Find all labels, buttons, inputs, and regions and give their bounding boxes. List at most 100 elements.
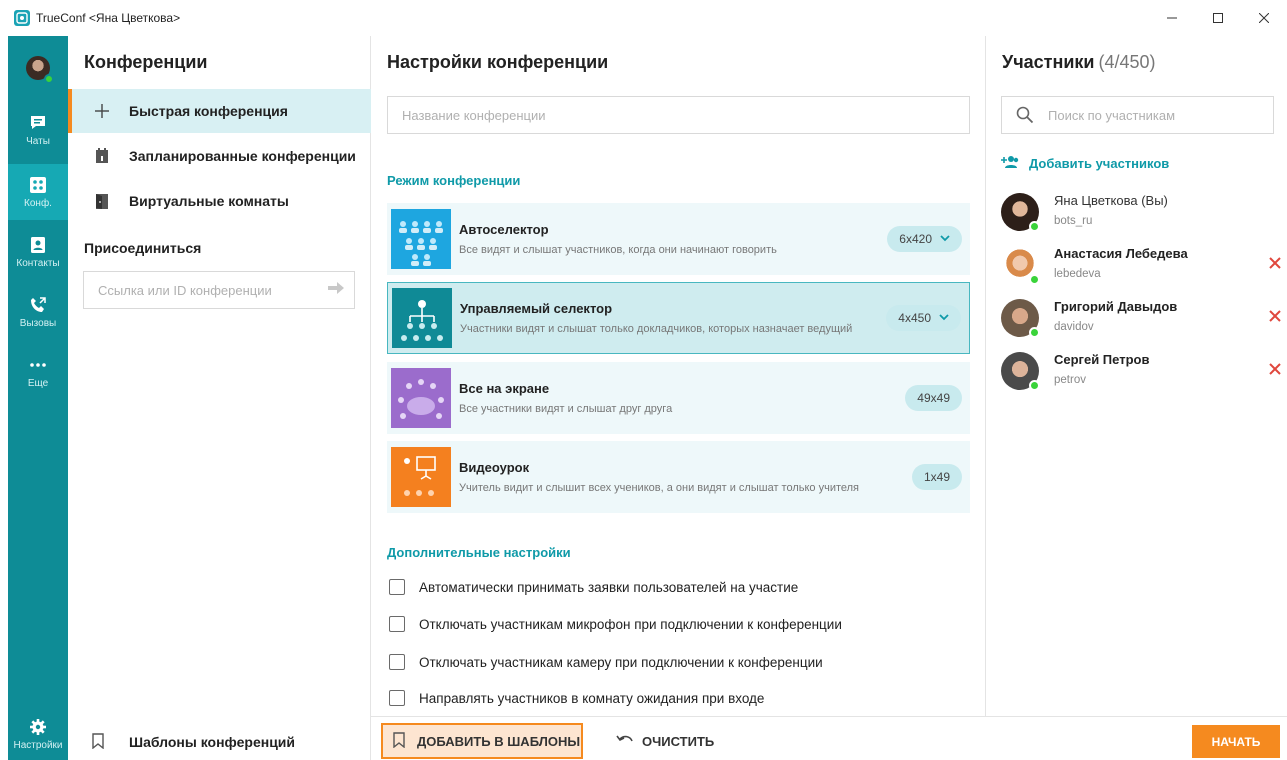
mode-description: Все видят и слышат участников, когда они…	[459, 243, 777, 256]
rail-item-chats[interactable]: Чаты	[8, 102, 68, 158]
mode-description: Все участники видят и слышат друг друга	[459, 402, 673, 415]
autoselector-thumbnail-icon	[391, 209, 451, 269]
option-disable-camera[interactable]: Отключать участникам камеру при подключе…	[389, 654, 823, 670]
menu-item-virtual-rooms[interactable]: Виртуальные комнаты	[68, 179, 371, 223]
window-title: TrueConf <Яна Цветкова>	[36, 11, 181, 25]
mode-description: Учитель видит и слышит всех учеников, а …	[459, 481, 860, 494]
contacts-icon	[28, 236, 48, 254]
option-label: Отключать участникам камеру при подключе…	[419, 654, 823, 670]
user-avatar[interactable]	[26, 56, 54, 84]
mode-title: Автоселектор	[459, 221, 549, 237]
participants-title-label: Участники	[1002, 52, 1095, 72]
rail-item-calls[interactable]: Вызовы	[8, 284, 68, 340]
mode-size-value: 49x49	[917, 391, 950, 405]
mode-title: Управляемый селектор	[460, 300, 613, 316]
mode-card-video-lesson[interactable]: Видеоурок Учитель видит и слышит всех уч…	[387, 441, 970, 513]
moderated-selector-thumbnail-icon	[392, 288, 452, 348]
rail-item-conferences[interactable]: Конф.	[8, 164, 68, 220]
participant-name: Григорий Давыдов	[1054, 299, 1178, 314]
option-label: Отключать участникам микрофон при подклю…	[419, 616, 842, 632]
join-label: Присоединиться	[84, 240, 202, 256]
remove-participant-icon[interactable]	[1269, 309, 1281, 327]
title-bar: TrueConf <Яна Цветкова>	[0, 0, 1287, 36]
add-to-templates-button[interactable]: ДОБАВИТЬ В ШАБЛОНЫ	[381, 723, 583, 759]
trueconf-logo-icon	[14, 10, 30, 26]
option-waiting-room[interactable]: Направлять участников в комнату ожидания…	[389, 690, 764, 706]
conference-templates-item[interactable]: Шаблоны конференций	[68, 724, 371, 760]
rail-item-label: Контакты	[16, 257, 60, 269]
plus-icon	[92, 104, 112, 118]
arrow-right-icon[interactable]	[328, 281, 344, 299]
participant-row[interactable]: Григорий Давыдов davidov	[1001, 297, 1281, 341]
participant-row[interactable]: Анастасия Лебедева lebedeva	[1001, 244, 1281, 288]
participant-login: petrov	[1054, 374, 1086, 386]
conferences-title: Конференции	[84, 52, 208, 72]
video-lesson-thumbnail-icon	[391, 447, 451, 507]
rail-item-label: Конф.	[24, 197, 52, 209]
checkbox[interactable]	[389, 579, 405, 595]
checkbox[interactable]	[389, 616, 405, 632]
online-status-icon	[1029, 274, 1040, 285]
mode-card-autoselector[interactable]: Автоселектор Все видят и слышат участник…	[387, 203, 970, 275]
menu-item-scheduled-conferences[interactable]: Запланированные конференции	[68, 134, 371, 178]
add-participants-button[interactable]: Добавить участников	[1001, 155, 1169, 172]
participant-name: Анастасия Лебедева	[1054, 246, 1188, 261]
close-window-button[interactable]	[1241, 0, 1287, 36]
search-icon	[1016, 106, 1034, 124]
option-auto-accept[interactable]: Автоматически принимать заявки пользоват…	[389, 579, 798, 595]
bookmark-icon	[393, 731, 405, 751]
option-label: Автоматически принимать заявки пользоват…	[419, 579, 799, 595]
remove-participant-icon[interactable]	[1269, 256, 1281, 274]
minimize-button[interactable]	[1149, 0, 1195, 36]
gear-icon	[28, 718, 48, 736]
mode-size-badge: 49x49	[905, 385, 962, 411]
checkbox[interactable]	[389, 654, 405, 670]
menu-item-quick-conference[interactable]: Быстрая конференция	[68, 89, 371, 133]
chevron-down-icon	[939, 312, 949, 324]
extra-section-title: Дополнительные настройки	[387, 545, 571, 560]
conferences-panel: Конференции Быстрая конференция Запланир…	[68, 36, 371, 760]
mode-size-badge: 1x49	[911, 464, 962, 490]
mode-size-value: 1x49	[923, 470, 950, 484]
option-mute-mic[interactable]: Отключать участникам микрофон при подклю…	[389, 616, 842, 632]
conference-id-input[interactable]	[98, 282, 318, 298]
menu-item-label: Запланированные конференции	[129, 148, 356, 164]
mode-size-dropdown[interactable]: 6x420	[887, 226, 962, 252]
mode-card-moderated-selector[interactable]: Управляемый селектор Участники видят и с…	[387, 282, 970, 354]
add-to-templates-label: ДОБАВИТЬ В ШАБЛОНЫ	[417, 733, 581, 749]
participant-row[interactable]: Сергей Петров petrov	[1001, 350, 1281, 394]
conference-name-input[interactable]	[388, 97, 969, 133]
maximize-button[interactable]	[1195, 0, 1241, 36]
rail-item-settings[interactable]: Настройки	[8, 706, 68, 760]
clear-button[interactable]: ОЧИСТИТЬ	[616, 723, 714, 759]
participant-name: Яна Цветкова (Вы)	[1054, 193, 1168, 208]
menu-item-label: Виртуальные комнаты	[129, 193, 289, 209]
mode-title: Видеоурок	[459, 459, 530, 475]
option-label: Направлять участников в комнату ожидания…	[419, 690, 765, 706]
all-on-screen-thumbnail-icon	[391, 368, 451, 428]
remove-participant-icon[interactable]	[1269, 362, 1281, 380]
start-button[interactable]: НАЧАТЬ	[1192, 725, 1280, 758]
mode-size-dropdown[interactable]: 4x450	[886, 305, 961, 331]
mode-card-all-on-screen[interactable]: Все на экране Все участники видят и слыш…	[387, 362, 970, 434]
add-user-icon	[1001, 155, 1019, 172]
bookmark-icon	[92, 732, 108, 752]
participant-name: Сергей Петров	[1054, 352, 1150, 367]
participant-row[interactable]: Яна Цветкова (Вы) bots_ru	[1001, 191, 1281, 235]
online-status-icon	[1029, 380, 1040, 391]
door-icon	[92, 193, 112, 209]
rail-item-label: Настройки	[13, 739, 63, 751]
participant-login: davidov	[1054, 321, 1094, 333]
conference-name-field	[387, 96, 970, 134]
participant-search-input[interactable]	[1048, 107, 1248, 123]
participant-search-field	[1001, 96, 1274, 134]
checkbox[interactable]	[389, 690, 405, 706]
rail-item-contacts[interactable]: Контакты	[8, 224, 68, 280]
mode-section-title: Режим конференции	[387, 173, 521, 188]
rail-item-more[interactable]: Еще	[8, 344, 68, 400]
online-status-icon	[1029, 327, 1040, 338]
calendar-icon	[92, 148, 112, 164]
add-participants-label: Добавить участников	[1029, 156, 1170, 171]
chevron-down-icon	[940, 233, 950, 245]
more-icon	[28, 356, 48, 374]
